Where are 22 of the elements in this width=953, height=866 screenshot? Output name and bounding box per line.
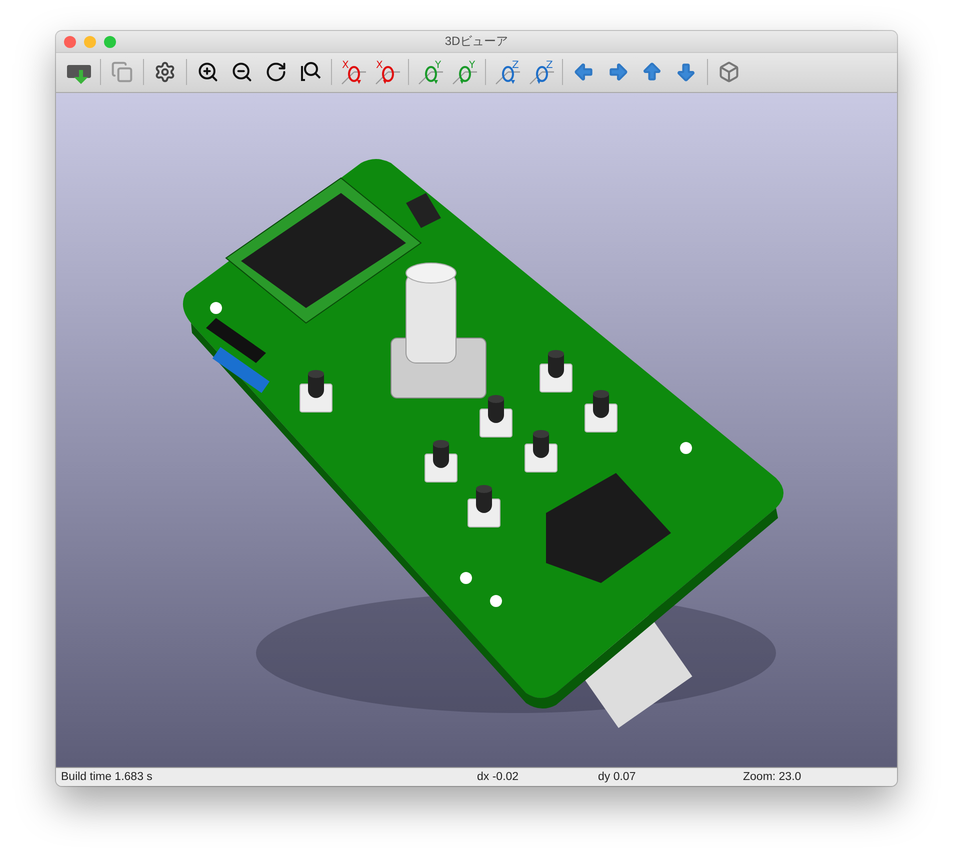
arrow-left-icon — [573, 61, 595, 84]
toolbar-button[interactable]: X — [338, 57, 368, 88]
toolbar-button[interactable]: X — [372, 57, 402, 88]
toolbar-button[interactable]: Z — [526, 57, 556, 88]
arrow-up-icon — [641, 61, 663, 84]
arrow-right-icon — [607, 61, 629, 84]
redo-icon — [265, 61, 287, 84]
build-time: Build time 1.683 s — [61, 770, 154, 783]
dy-readout: dy 0.07 — [598, 770, 637, 783]
toolbar-button[interactable]: Z — [492, 57, 522, 88]
copy-icon — [111, 61, 133, 84]
close-button[interactable] — [64, 36, 76, 48]
zoom-out-icon — [231, 61, 253, 84]
cube-icon — [718, 61, 740, 84]
window-title: 3Dビューア — [444, 33, 508, 50]
toolbar-button[interactable]: Y — [415, 57, 445, 88]
settings-icon — [154, 61, 176, 84]
toolbar-button[interactable]: Y — [449, 57, 479, 88]
zoom-readout: Zoom: 23.0 — [743, 770, 802, 783]
dx-readout: dx -0.02 — [477, 770, 520, 783]
arrow-down-icon — [675, 61, 697, 84]
zoom-in-icon — [197, 61, 219, 84]
